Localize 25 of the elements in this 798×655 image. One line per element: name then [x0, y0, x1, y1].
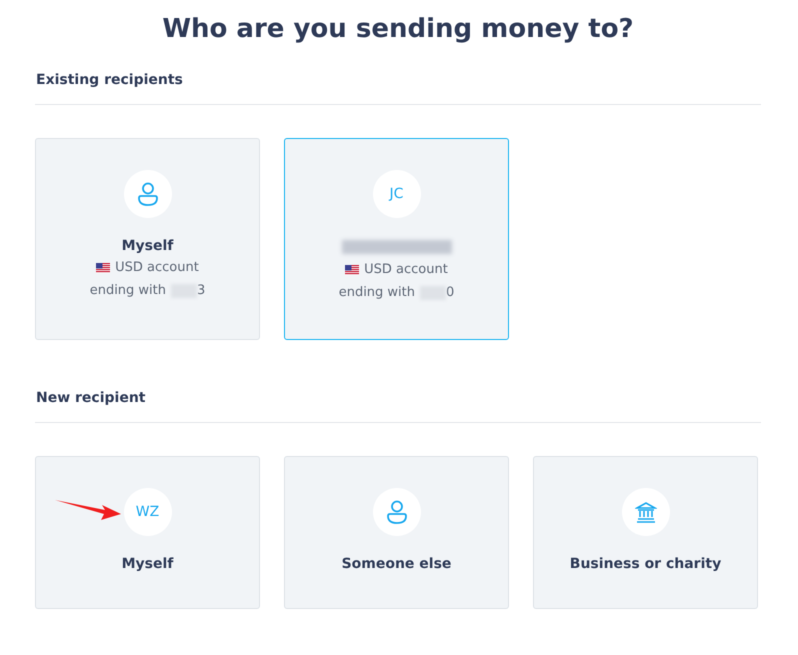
recipient-card[interactable]: WZ Myself: [35, 456, 260, 609]
account-ending: ending with: [338, 285, 416, 300]
initials-avatar: JC: [372, 170, 420, 218]
recipient-name: Myself: [122, 556, 174, 572]
initials-avatar: WZ: [124, 488, 172, 536]
recipient-card[interactable]: Business or charity: [533, 456, 758, 609]
recipient-card[interactable]: JC USD account ending with 0: [284, 138, 509, 340]
person-icon: [386, 500, 408, 524]
section-heading: New recipient: [35, 390, 761, 423]
us-flag-icon: [96, 262, 110, 272]
page-title: Who are you sending money to?: [161, 14, 635, 44]
recipient-card[interactable]: Myself USD account ending with 3: [35, 138, 260, 340]
section-heading: Existing recipients: [35, 72, 761, 105]
recipient-name: Myself: [122, 238, 174, 254]
account-type: USD account: [364, 262, 448, 277]
bank-icon: [634, 501, 656, 523]
account-digit: 3: [197, 283, 206, 298]
us-flag-icon: [345, 264, 360, 274]
person-icon: [136, 182, 158, 206]
account-ending: ending with: [90, 283, 166, 298]
recipient-card[interactable]: Someone else: [284, 456, 509, 609]
account-type: USD account: [115, 260, 199, 275]
account-digit: 0: [446, 285, 454, 300]
recipient-name: Business or charity: [570, 556, 722, 572]
recipient-name: Someone else: [342, 556, 452, 572]
